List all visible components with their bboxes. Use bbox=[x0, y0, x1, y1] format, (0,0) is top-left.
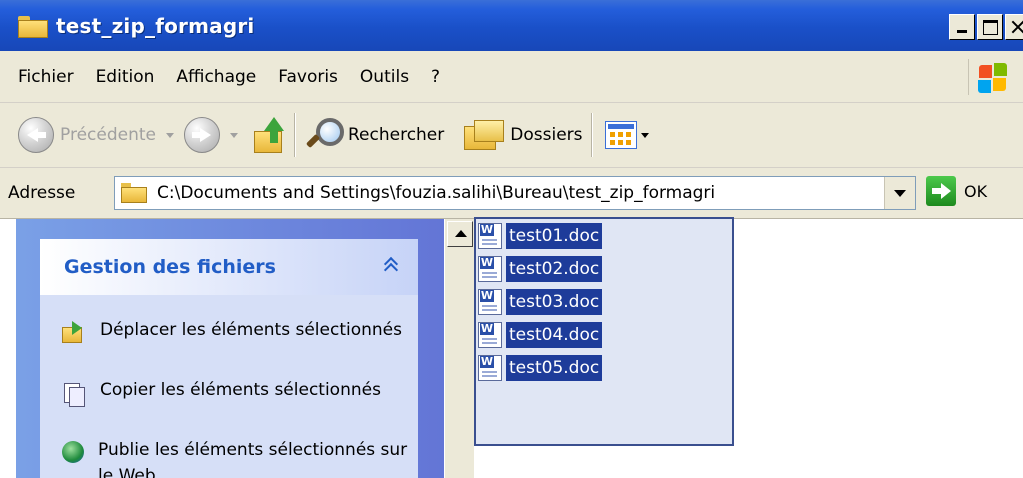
forward-button[interactable] bbox=[183, 110, 220, 160]
forward-dropdown-icon[interactable] bbox=[229, 132, 238, 138]
copy-icon bbox=[62, 381, 86, 407]
title-bar[interactable]: test_zip_formagri bbox=[0, 0, 1023, 51]
folders-button[interactable]: Dossiers bbox=[458, 110, 583, 160]
file-item[interactable]: test02.doc bbox=[478, 254, 603, 284]
word-document-icon bbox=[478, 256, 502, 282]
back-button[interactable]: Précédente bbox=[18, 110, 156, 160]
explorer-window: test_zip_formagri Fichier Edition Affich… bbox=[0, 0, 1023, 478]
views-dropdown-icon bbox=[640, 132, 649, 138]
word-document-icon bbox=[478, 289, 502, 315]
toolbar-separator bbox=[590, 113, 593, 157]
scroll-up-button[interactable] bbox=[447, 221, 473, 247]
back-arrow-icon bbox=[18, 117, 54, 153]
file-list[interactable]: test01.doc test02.doc test03.doc test04.… bbox=[474, 217, 1023, 478]
file-name: test02.doc bbox=[506, 256, 603, 282]
back-label: Précédente bbox=[60, 125, 156, 145]
menu-bar: Fichier Edition Affichage Favoris Outils… bbox=[0, 51, 1023, 103]
minimize-button[interactable] bbox=[949, 14, 975, 40]
menu-edition[interactable]: Edition bbox=[85, 67, 166, 87]
folders-icon bbox=[464, 118, 505, 152]
go-button[interactable]: OK bbox=[926, 176, 987, 206]
address-dropdown-button[interactable] bbox=[884, 177, 915, 209]
close-button[interactable] bbox=[1005, 14, 1023, 40]
collapse-chevron-icon[interactable] bbox=[380, 253, 404, 277]
menu-help[interactable]: ? bbox=[420, 67, 451, 87]
menu-affichage[interactable]: Affichage bbox=[165, 67, 267, 87]
window-controls bbox=[949, 14, 1023, 40]
word-document-icon bbox=[478, 355, 502, 381]
task-label: Publie les éléments sélectionnés sur le … bbox=[98, 440, 408, 478]
menu-outils[interactable]: Outils bbox=[349, 67, 420, 87]
file-tasks-header[interactable]: Gestion des fichiers bbox=[40, 239, 418, 295]
address-label: Adresse bbox=[8, 183, 76, 203]
content-area: Gestion des fichiers Déplacer les élémen… bbox=[0, 217, 1023, 478]
vertical-scrollbar[interactable] bbox=[444, 219, 474, 478]
file-tasks-title: Gestion des fichiers bbox=[64, 256, 276, 278]
search-button[interactable]: Rechercher bbox=[304, 110, 444, 160]
file-name: test04.doc bbox=[506, 322, 603, 348]
menu-favoris[interactable]: Favoris bbox=[267, 67, 349, 87]
file-item[interactable]: test01.doc bbox=[478, 221, 603, 251]
file-tasks-panel: Gestion des fichiers Déplacer les élémen… bbox=[40, 239, 418, 478]
window-title: test_zip_formagri bbox=[56, 13, 255, 38]
views-button[interactable] bbox=[601, 110, 653, 160]
address-input[interactable]: C:\Documents and Settings\fouzia.salihi\… bbox=[114, 176, 916, 210]
word-document-icon bbox=[478, 223, 502, 249]
up-folder-icon bbox=[252, 117, 286, 153]
address-bar: Adresse C:\Documents and Settings\fouzia… bbox=[0, 168, 1023, 219]
folder-icon bbox=[121, 183, 147, 203]
word-document-icon bbox=[478, 322, 502, 348]
up-folder-button[interactable] bbox=[248, 110, 286, 160]
file-item[interactable]: test04.doc bbox=[478, 320, 603, 350]
task-label: Déplacer les éléments sélectionnés bbox=[100, 320, 402, 340]
task-move-selected[interactable]: Déplacer les éléments sélectionnés bbox=[62, 317, 420, 345]
file-item[interactable]: test05.doc bbox=[478, 353, 603, 383]
web-icon bbox=[62, 441, 84, 463]
search-icon bbox=[304, 116, 344, 154]
go-label: OK bbox=[964, 181, 988, 201]
file-item[interactable]: test03.doc bbox=[478, 287, 603, 317]
menu-fichier[interactable]: Fichier bbox=[0, 67, 85, 87]
file-name: test01.doc bbox=[506, 223, 603, 249]
task-copy-selected[interactable]: Copier les éléments sélectionnés bbox=[62, 377, 420, 407]
task-pane: Gestion des fichiers Déplacer les élémen… bbox=[0, 219, 444, 478]
go-arrow-icon bbox=[926, 176, 956, 206]
file-name: test05.doc bbox=[506, 355, 603, 381]
address-path: C:\Documents and Settings\fouzia.salihi\… bbox=[157, 183, 716, 203]
back-dropdown-icon[interactable] bbox=[165, 132, 174, 138]
views-icon bbox=[604, 121, 637, 149]
maximize-button[interactable] bbox=[977, 14, 1003, 40]
window-frame bbox=[0, 219, 16, 478]
move-icon bbox=[62, 321, 86, 345]
search-label: Rechercher bbox=[347, 125, 445, 145]
file-name: test03.doc bbox=[506, 289, 603, 315]
toolbar-separator bbox=[293, 113, 296, 157]
task-publish-web[interactable]: Publie les éléments sélectionnés sur le … bbox=[62, 437, 418, 478]
folders-label: Dossiers bbox=[510, 125, 583, 145]
task-label: Copier les éléments sélectionnés bbox=[100, 380, 381, 400]
folder-icon bbox=[18, 14, 48, 38]
forward-arrow-icon bbox=[183, 117, 220, 153]
windows-logo-icon bbox=[968, 59, 1009, 95]
toolbar: Précédente Rechercher Dossiers bbox=[0, 103, 1023, 168]
